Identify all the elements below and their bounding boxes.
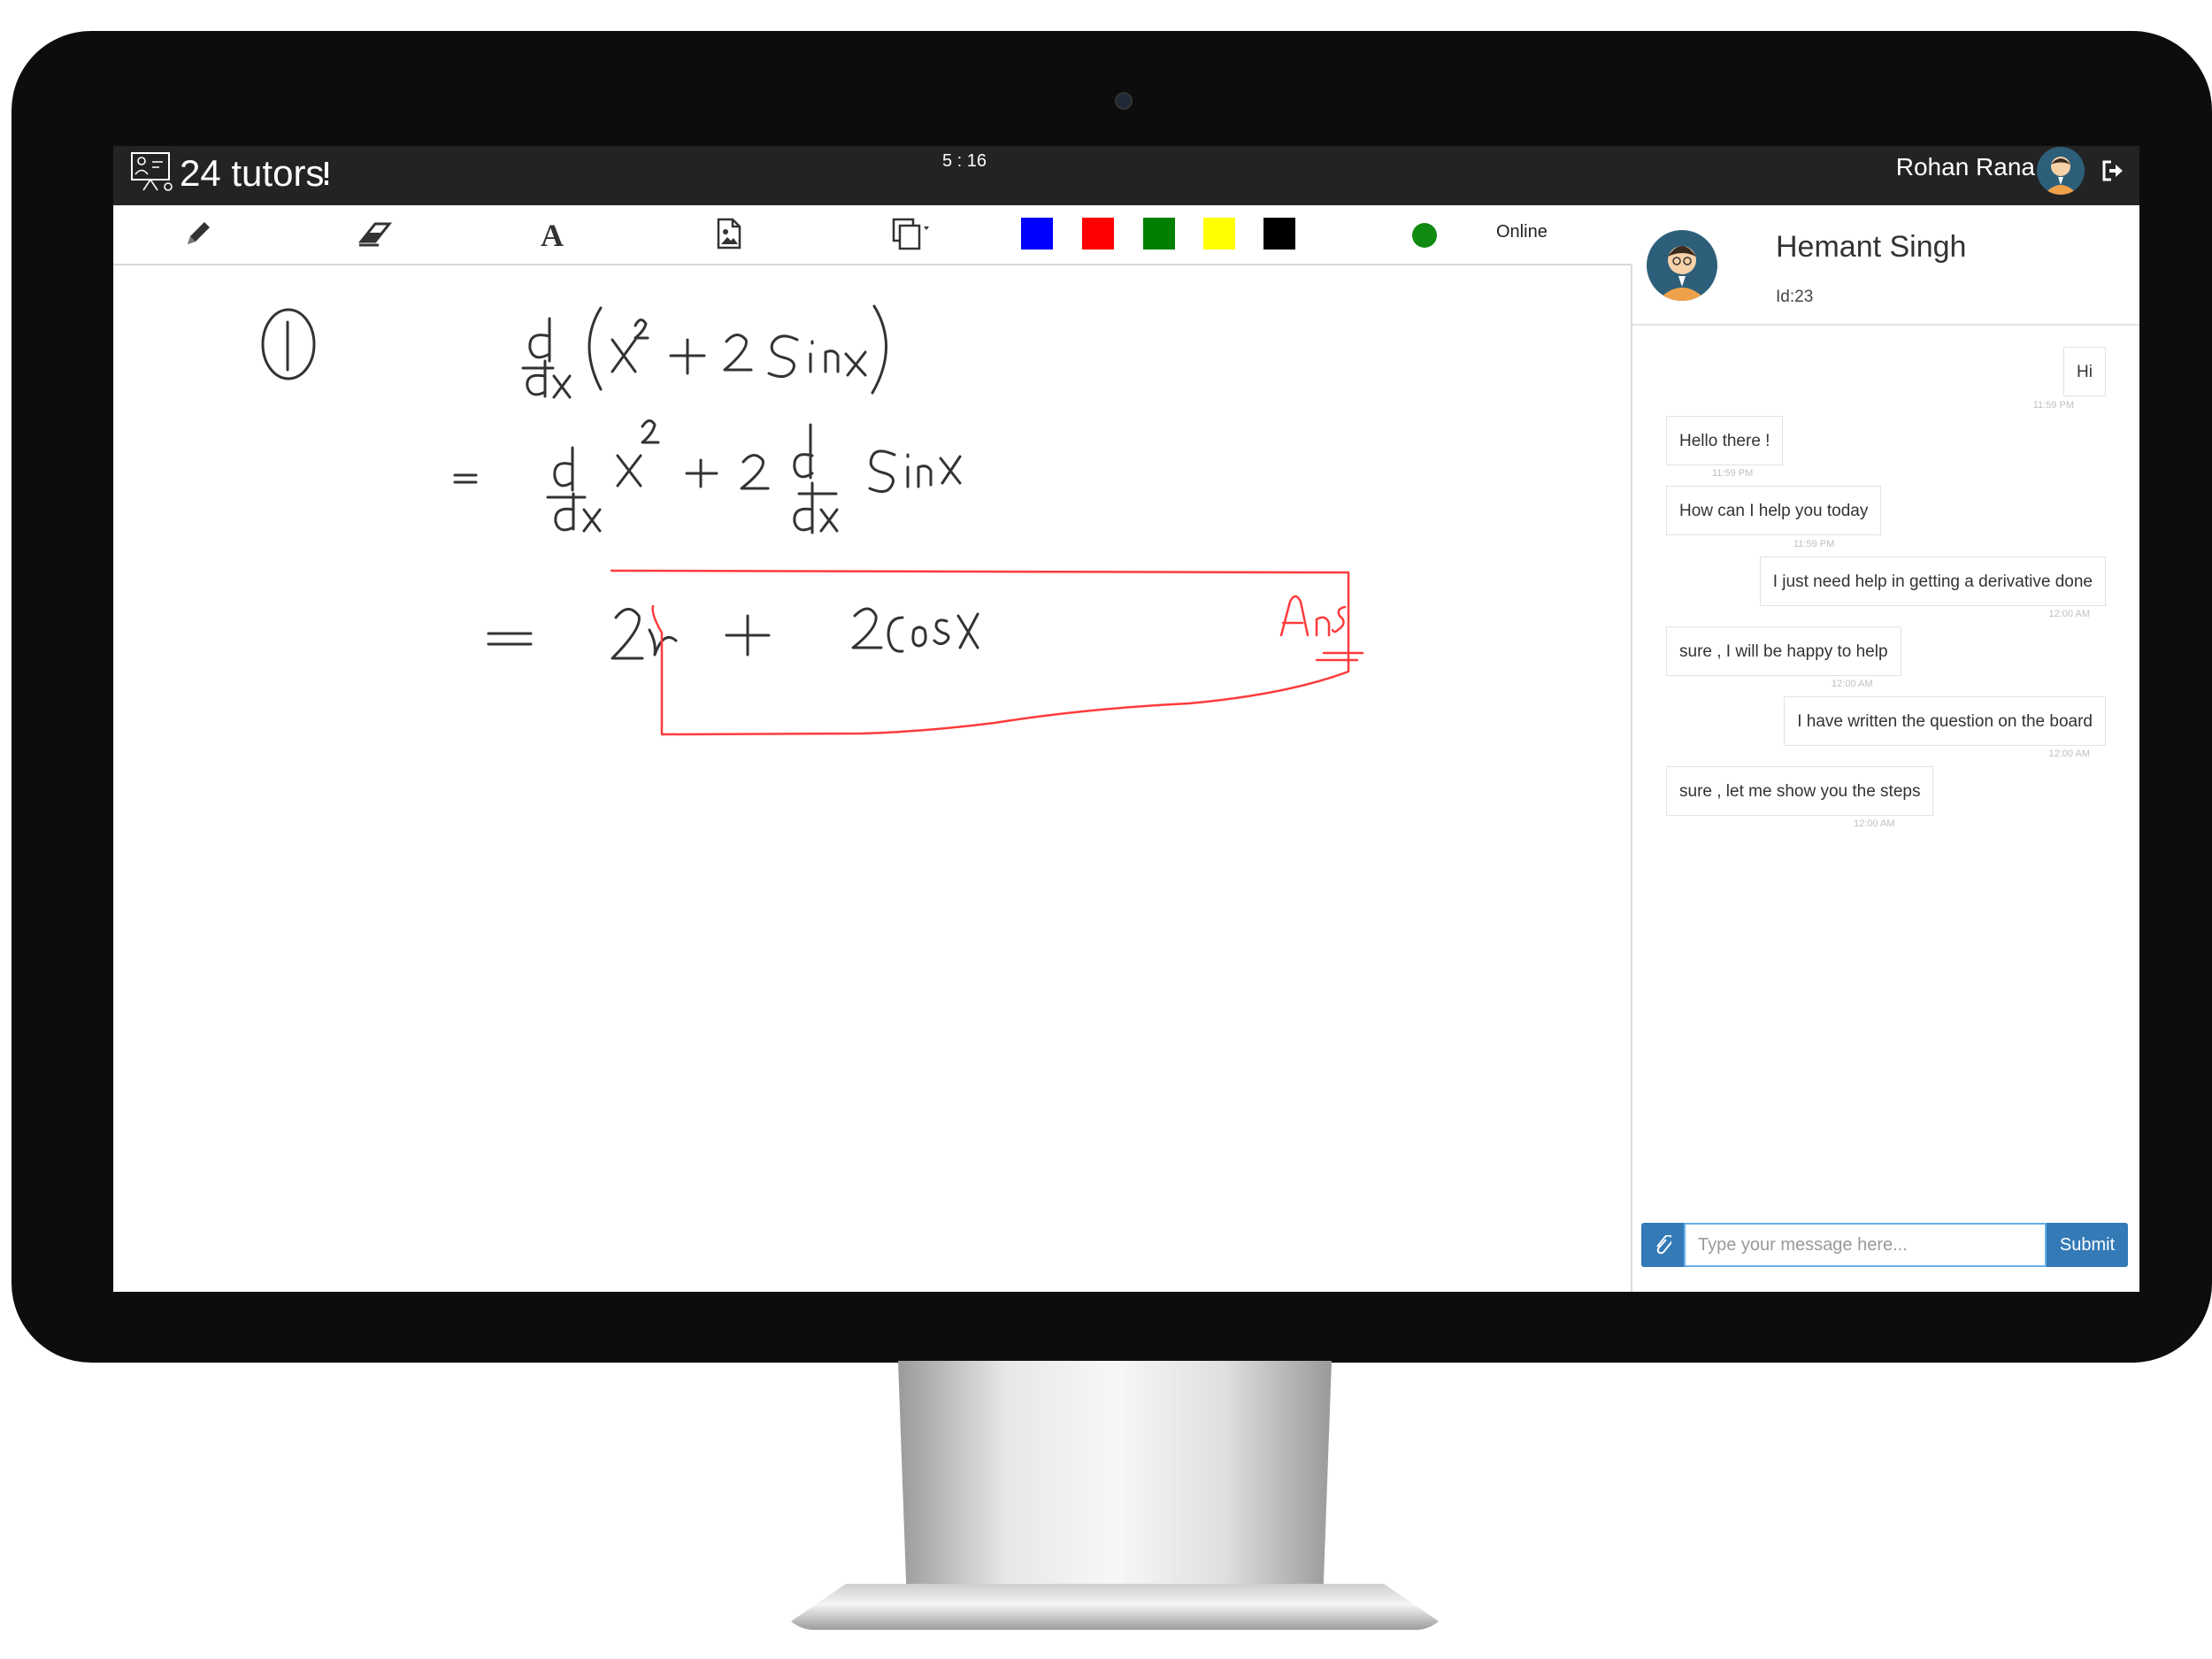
copy-pages-icon [892, 218, 929, 250]
user-name[interactable]: Rohan Rana [1896, 150, 2035, 185]
handwriting-black [261, 304, 979, 660]
color-blue[interactable] [1021, 218, 1053, 250]
eraser-icon [357, 222, 393, 247]
color-red[interactable] [1082, 218, 1114, 250]
message-bubble: I just need help in getting a derivative… [1759, 557, 2106, 606]
color-green[interactable] [1143, 218, 1175, 250]
paperclip-icon [1656, 1235, 1671, 1255]
text-icon: A [541, 218, 564, 250]
logout-icon[interactable] [2101, 158, 2125, 183]
message-bubble: Hello there ! [1666, 416, 1784, 465]
online-status-dot [1412, 223, 1437, 248]
message-time: 12:00 AM [1854, 818, 1895, 829]
tutor-avatar [1647, 230, 1717, 301]
app-screen: 24 tutors 5 : 16 Rohan Rana A Online Hem… [113, 146, 2139, 1292]
message-bubble: sure , I will be happy to help [1666, 626, 1901, 676]
submit-button[interactable]: Submit [2047, 1223, 2128, 1267]
monitor-stand-neck [898, 1361, 1332, 1600]
handwriting-red [610, 569, 1364, 736]
tutor-name: Hemant Singh [1776, 230, 1967, 264]
alert-icon [325, 162, 328, 185]
chat-panel: Hemant Singh Id:23 Hi 11:59 PM Hello the… [1632, 205, 2139, 1292]
insert-image-tool[interactable] [710, 214, 749, 253]
monitor-frame: 24 tutors 5 : 16 Rohan Rana A Online Hem… [12, 31, 2212, 1363]
pencil-tool[interactable] [179, 214, 218, 253]
message-bubble: sure , let me show you the steps [1666, 766, 1934, 816]
insert-image-icon [717, 218, 741, 250]
message-input[interactable] [1684, 1223, 2047, 1267]
message-time: 11:59 PM [2032, 400, 2074, 411]
copy-pages-tool[interactable] [887, 214, 940, 253]
whiteboard-logo-icon [131, 152, 173, 191]
message-time: 12:00 AM [1832, 679, 1873, 689]
message-bubble: Hi [2063, 347, 2106, 396]
eraser-tool[interactable] [356, 214, 395, 253]
message-bubble: I have written the question on the board [1784, 696, 2106, 746]
brand-name: 24 tutors [180, 152, 325, 194]
message-bubble: How can I help you today [1666, 486, 1882, 535]
webcam [1115, 92, 1133, 110]
color-yellow[interactable] [1203, 218, 1235, 250]
online-status-label: Online [1496, 222, 1548, 242]
monitor-stand-base [779, 1584, 1451, 1630]
message-time: 11:59 PM [1793, 539, 1835, 549]
color-black[interactable] [1263, 218, 1295, 250]
chat-input-row: Submit [1641, 1223, 2128, 1267]
pencil-icon [188, 222, 210, 244]
user-avatar[interactable] [2037, 147, 2085, 195]
top-bar: 24 tutors 5 : 16 Rohan Rana [113, 146, 2139, 205]
message-time: 11:59 PM [1712, 468, 1754, 479]
drawing-toolbar: A Online [113, 205, 1632, 265]
tutor-id: Id:23 [1776, 288, 1814, 306]
svg-text:A: A [541, 218, 564, 250]
chat-header: Hemant Singh Id:23 [1632, 205, 2139, 326]
whiteboard-canvas[interactable]: + [113, 265, 1632, 1292]
text-tool[interactable]: A [533, 214, 572, 253]
attach-button[interactable] [1641, 1223, 1684, 1267]
message-time: 12:00 AM [2048, 609, 2090, 619]
session-timer: 5 : 16 [942, 151, 987, 171]
message-time: 12:00 AM [2048, 749, 2090, 759]
